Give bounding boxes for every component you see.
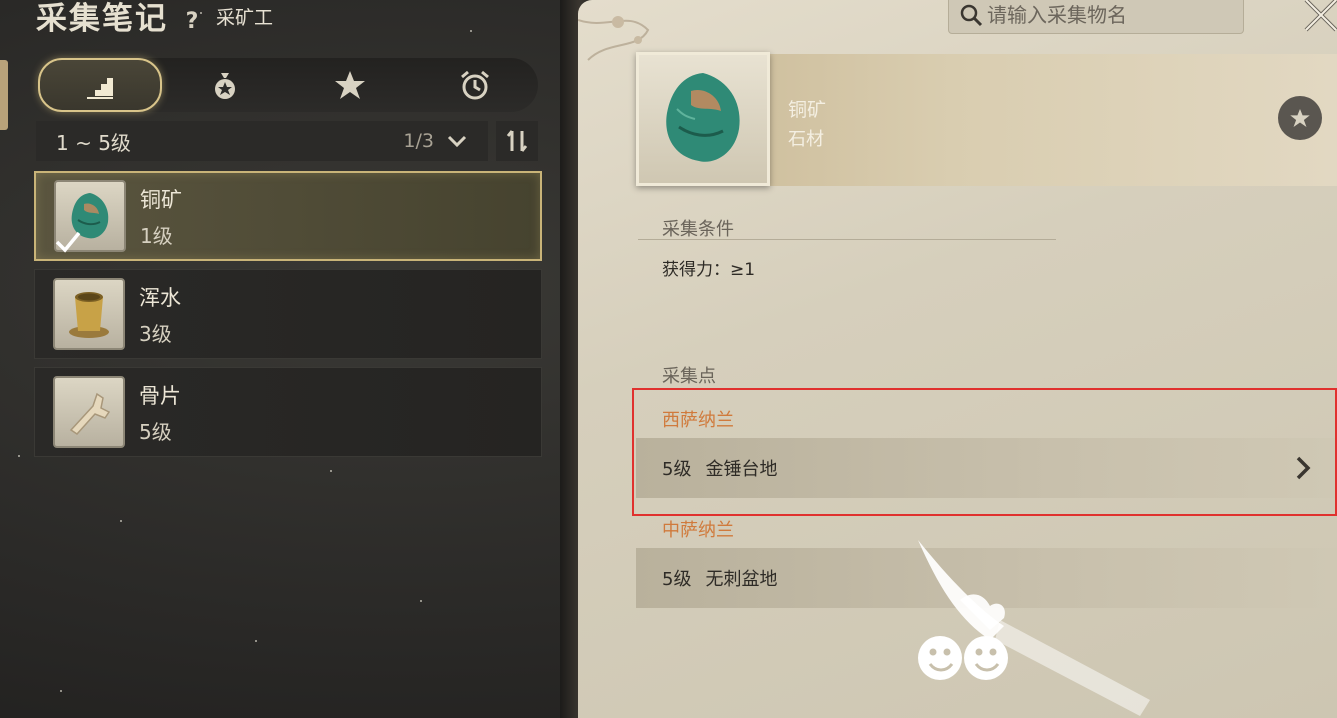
star-icon	[334, 71, 365, 99]
header: 采集笔记 ? 采矿工	[36, 0, 273, 38]
location-row[interactable]: 5级 金锤台地	[636, 438, 1337, 498]
section-divider	[638, 239, 1056, 240]
gather-points-heading: 采集点	[662, 366, 716, 387]
location-name: 无刺盆地	[705, 569, 778, 590]
favorite-button[interactable]	[1278, 96, 1322, 140]
sort-icon	[506, 130, 528, 152]
location-name: 金锤台地	[705, 459, 778, 480]
region-label: 西萨纳兰	[662, 410, 734, 431]
detail-item-name: 铜矿	[788, 99, 827, 121]
item-name: 浑水	[139, 285, 181, 310]
gather-item-list: 铜矿 1级 浑水 3级 骨片 5级	[34, 171, 542, 465]
level-range-label: 1 ~ 5级	[56, 130, 131, 155]
tab-bag[interactable]	[162, 58, 287, 112]
item-level: 1级	[140, 223, 173, 248]
item-level: 3级	[139, 321, 172, 346]
list-item[interactable]: 铜矿 1级	[34, 171, 542, 261]
search-box	[948, 0, 1244, 34]
tab-level[interactable]	[38, 58, 162, 112]
profession-label: 采矿工	[216, 7, 274, 29]
location-level: 5级	[662, 569, 692, 590]
star-icon	[1290, 108, 1310, 128]
location-row[interactable]: 5级 无刺盆地	[636, 548, 1337, 608]
chevron-right-icon	[1296, 456, 1311, 480]
condition-text: 获得力：≥1	[662, 260, 756, 280]
page-title: 采集笔记	[36, 1, 168, 37]
level-filter-dropdown[interactable]: 1 ~ 5级 1/3	[36, 121, 488, 161]
help-icon[interactable]: ?	[180, 9, 204, 38]
money-bag-icon	[214, 73, 235, 99]
item-name: 骨片	[139, 383, 181, 408]
sort-button[interactable]	[496, 121, 538, 161]
category-tabs	[36, 58, 538, 112]
check-icon	[55, 231, 81, 253]
search-input[interactable]	[987, 3, 1227, 27]
tab-alarm[interactable]	[413, 58, 538, 112]
conditions-heading: 采集条件	[662, 219, 734, 240]
item-level: 5级	[139, 419, 172, 444]
bone-fragment-icon	[53, 376, 125, 448]
list-item[interactable]: 骨片 5级	[34, 367, 542, 457]
alarm-clock-icon	[461, 70, 490, 100]
detail-item-category: 石材	[788, 129, 824, 150]
tab-favorite[interactable]	[287, 58, 412, 112]
page-indicator: 1/3	[403, 130, 434, 152]
copper-ore-icon	[54, 180, 126, 253]
copper-ore-large-icon	[636, 52, 770, 186]
location-level: 5级	[662, 459, 692, 480]
close-icon[interactable]	[1300, 0, 1337, 36]
side-drawer-tab[interactable]	[0, 60, 8, 130]
detail-page: 铜矿 石材 采集条件 获得力：≥1 采集点 西萨纳兰 5级 金锤台地 中萨纳兰 …	[578, 0, 1337, 718]
item-name: 铜矿	[140, 187, 182, 212]
chevron-down-icon	[447, 135, 467, 148]
region-label: 中萨纳兰	[662, 520, 734, 541]
stairs-icon	[87, 78, 113, 99]
search-icon	[960, 4, 983, 27]
muddy-water-cup-icon	[53, 278, 125, 350]
item-detail-header: 铜矿 石材	[636, 52, 1337, 186]
list-item[interactable]: 浑水 3级	[34, 269, 542, 359]
